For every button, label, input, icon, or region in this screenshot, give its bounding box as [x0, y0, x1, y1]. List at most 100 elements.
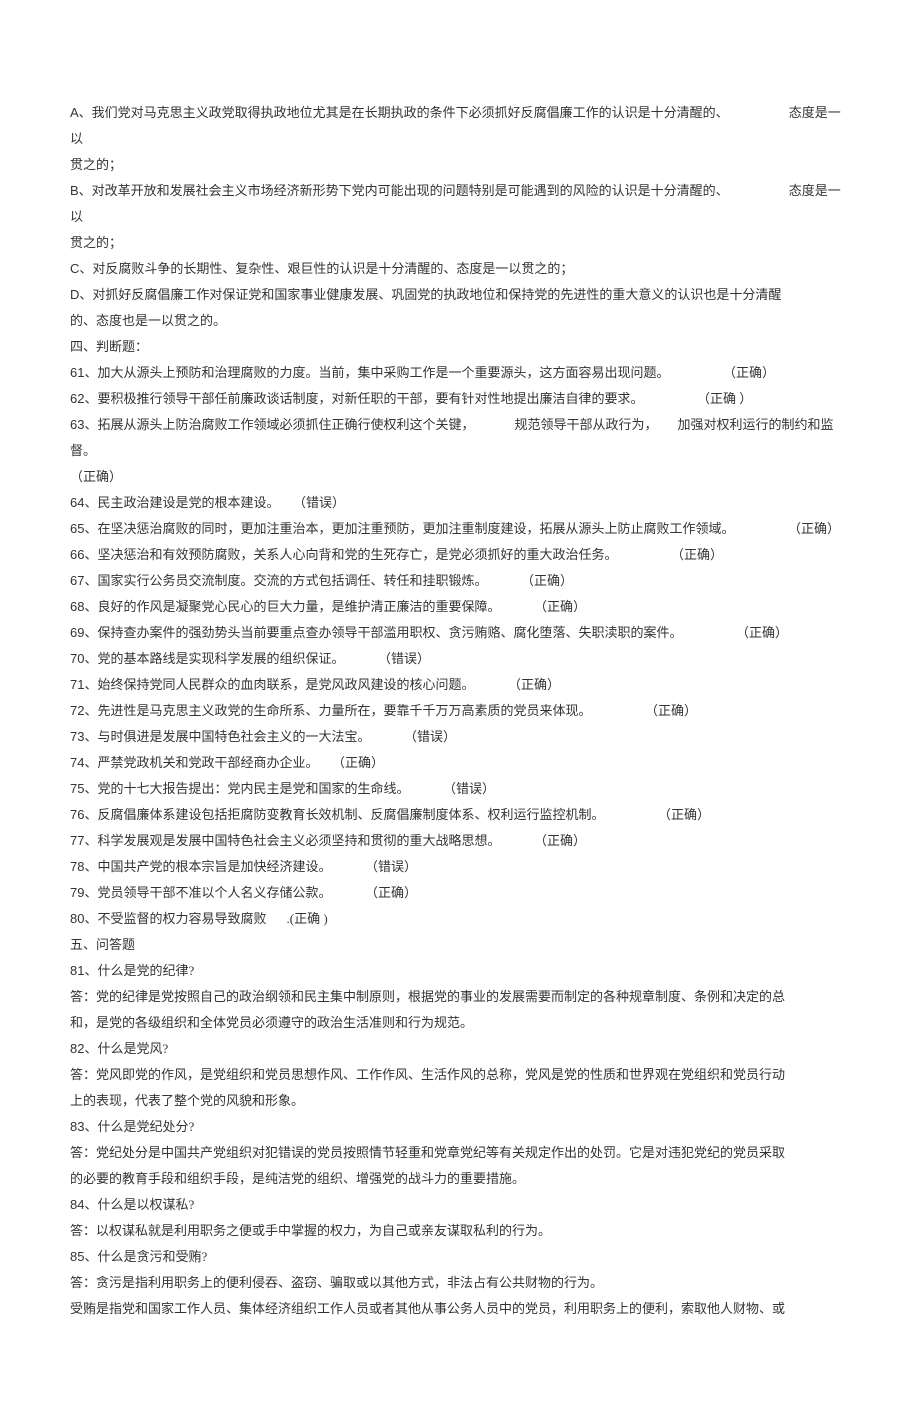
- text-segment: 76、反腐倡廉体系建设包括拒腐防变教育长效机制、反腐倡廉制度体系、权利运行监控机…: [70, 807, 604, 822]
- text-line: 62、要积极推行领导干部任前廉政谈话制度，对新任职的干部，要有针对性地提出廉洁自…: [70, 386, 850, 412]
- text-segment: B、对改革开放和发展社会主义市场经济新形势下党内可能出现的问题特别是可能遇到的风…: [70, 183, 729, 198]
- text-line: A、我们党对马克思主义政党取得执政地位尤其是在长期执政的条件下必须抓好反腐倡廉工…: [70, 100, 850, 152]
- text-line: 78、中国共产党的根本宗旨是加快经济建设。 （错误）: [70, 854, 850, 880]
- text-segment: 的、态度也是一以贯之的。: [70, 313, 226, 328]
- text-line: （正确）: [70, 464, 850, 490]
- text-line: 答：以权谋私就是利用职务之便或手中掌握的权力，为自己或亲友谋取私利的行为。: [70, 1218, 850, 1244]
- text-segment: 四、判断题：: [70, 339, 148, 354]
- text-segment: 答：党风即党的作风，是党组织和党员思想作风、工作作风、生活作风的总称，党风是党的…: [70, 1067, 785, 1082]
- text-segment: （正确 ）: [703, 391, 752, 406]
- text-segment: 73、与时俱进是发展中国特色社会主义的一大法宝。: [70, 729, 370, 744]
- text-segment: 贯之的；: [70, 157, 122, 172]
- text-line: 答：贪污是指利用职务上的便利侵吞、盗窃、骗取或以其他方式，非法占有公共财物的行为…: [70, 1270, 850, 1296]
- text-segment: 83、什么是党纪处分?: [70, 1119, 194, 1134]
- text-segment: 78、中国共产党的根本宗旨是加快经济建设。: [70, 859, 331, 874]
- text-line: 63、拓展从源头上防治腐败工作领域必须抓住正确行使权利这个关键， 规范领导干部从政…: [70, 412, 850, 464]
- text-segment: （正确）: [651, 703, 697, 718]
- text-line: 贯之的；: [70, 230, 850, 256]
- text-segment: 64、民主政治建设是党的根本建设。: [70, 495, 279, 510]
- text-segment: （正确）: [742, 625, 788, 640]
- document-page: A、我们党对马克思主义政党取得执政地位尤其是在长期执政的条件下必须抓好反腐倡廉工…: [0, 0, 920, 1402]
- text-segment: 61、加大从源头上预防和治理腐败的力度。当前，集中采购工作是一个重要源头，这方面…: [70, 365, 669, 380]
- text-line: 80、不受监督的权力容易导致腐败 .(正确 ): [70, 906, 850, 932]
- text-segment: 答：党纪处分是中国共产党组织对犯错误的党员按照情节轻重和党章党纪等有关规定作出的…: [70, 1145, 785, 1160]
- text-segment: （正确）: [70, 469, 122, 484]
- text-line: 75、党的十七大报告提出：党内民主是党和国家的生命线。 （错误）: [70, 776, 850, 802]
- text-line: 84、什么是以权谋私?: [70, 1192, 850, 1218]
- text-line: 82、什么是党风?: [70, 1036, 850, 1062]
- text-segment: （正确）: [371, 885, 417, 900]
- text-segment: 71、始终保持党同人民群众的血肉联系，是党风政风建设的核心问题。: [70, 677, 474, 692]
- text-line: 77、科学发展观是发展中国特色社会主义必须坚持和贯彻的重大战略思想。 （正确）: [70, 828, 850, 854]
- text-line: 答：党的纪律是党按照自己的政治纲领和民主集中制原则，根据党的事业的发展需要而制定…: [70, 984, 850, 1010]
- text-segment: 贯之的；: [70, 235, 122, 250]
- text-segment: C、对反腐败斗争的长期性、复杂性、艰巨性的认识是十分清醒的、态度是一以贯之的；: [70, 261, 573, 276]
- text-segment: （错误）: [410, 729, 456, 744]
- text-segment: 答：党的纪律是党按照自己的政治纲领和民主集中制原则，根据党的事业的发展需要而制定…: [70, 989, 785, 1004]
- text-segment: 五、问答题: [70, 937, 135, 952]
- text-line: 68、良好的作风是凝聚党心民心的巨大力量，是维护清正廉洁的重要保障。 （正确）: [70, 594, 850, 620]
- text-segment: 答：贪污是指利用职务上的便利侵吞、盗窃、骗取或以其他方式，非法占有公共财物的行为…: [70, 1275, 603, 1290]
- text-line: 64、民主政治建设是党的根本建设。 （错误）: [70, 490, 850, 516]
- text-line: 71、始终保持党同人民群众的血肉联系，是党风政风建设的核心问题。 （正确）: [70, 672, 850, 698]
- text-line: D、对抓好反腐倡廉工作对保证党和国家事业健康发展、巩固党的执政地位和保持党的先进…: [70, 282, 850, 308]
- text-segment: （正确）: [729, 365, 775, 380]
- text-segment: 82、什么是党风?: [70, 1041, 168, 1056]
- text-segment: （正确）: [527, 573, 573, 588]
- text-segment: .(正确 ): [286, 911, 327, 926]
- text-line: 83、什么是党纪处分?: [70, 1114, 850, 1140]
- text-segment: （正确）: [677, 547, 723, 562]
- text-segment: 答：以权谋私就是利用职务之便或手中掌握的权力，为自己或亲友谋取私利的行为。: [70, 1223, 551, 1238]
- text-segment: 74、严禁党政机关和党政干部经商办企业。: [70, 755, 318, 770]
- text-segment: （错误）: [384, 651, 430, 666]
- text-segment: 77、科学发展观是发展中国特色社会主义必须坚持和贯彻的重大战略思想。: [70, 833, 500, 848]
- text-segment: 69、保持查办案件的强劲势头当前要重点查办领导干部滥用职权、贪污贿赂、腐化堕落、…: [70, 625, 682, 640]
- text-line: 上的表现，代表了整个党的风貌和形象。: [70, 1088, 850, 1114]
- text-line: 贯之的；: [70, 152, 850, 178]
- text-line: 76、反腐倡廉体系建设包括拒腐防变教育长效机制、反腐倡廉制度体系、权利运行监控机…: [70, 802, 850, 828]
- text-segment: （错误）: [449, 781, 495, 796]
- text-segment: 84、什么是以权谋私?: [70, 1197, 194, 1212]
- text-segment: D、对抓好反腐倡廉工作对保证党和国家事业健康发展、巩固党的执政地位和保持党的先进…: [70, 287, 781, 302]
- text-line: 79、党员领导干部不准以个人名义存储公款。 （正确）: [70, 880, 850, 906]
- text-segment: A、我们党对马克思主义政党取得执政地位尤其是在长期执政的条件下必须抓好反腐倡廉工…: [70, 105, 729, 120]
- text-segment: 75、党的十七大报告提出：党内民主是党和国家的生命线。: [70, 781, 409, 796]
- text-segment: （正确）: [540, 833, 586, 848]
- text-line: 66、坚决惩治和有效预防腐败，关系人心向背和党的生死存亡，是党必须抓好的重大政治…: [70, 542, 850, 568]
- text-line: 的、态度也是一以贯之的。: [70, 308, 850, 334]
- text-line: 四、判断题：: [70, 334, 850, 360]
- text-segment: 和，是党的各级组织和全体党员必须遵守的政治生活准则和行为规范。: [70, 1015, 473, 1030]
- text-segment: 的必要的教育手段和组织手段，是纯洁党的组织、增强党的战斗力的重要措施。: [70, 1171, 525, 1186]
- text-line: 61、加大从源头上预防和治理腐败的力度。当前，集中采购工作是一个重要源头，这方面…: [70, 360, 850, 386]
- text-segment: （错误）: [371, 859, 417, 874]
- text-line: 67、国家实行公务员交流制度。交流的方式包括调任、转任和挂职锻炼。 （正确）: [70, 568, 850, 594]
- text-line: 85、什么是贪污和受贿?: [70, 1244, 850, 1270]
- text-line: C、对反腐败斗争的长期性、复杂性、艰巨性的认识是十分清醒的、态度是一以贯之的；: [70, 256, 850, 282]
- text-segment: （正确）: [514, 677, 560, 692]
- text-segment: 80、不受监督的权力容易导致腐败: [70, 911, 266, 926]
- text-line: 答：党纪处分是中国共产党组织对犯错误的党员按照情节轻重和党章党纪等有关规定作出的…: [70, 1140, 850, 1166]
- text-line: 答：党风即党的作风，是党组织和党员思想作风、工作作风、生活作风的总称，党风是党的…: [70, 1062, 850, 1088]
- text-line: 和，是党的各级组织和全体党员必须遵守的政治生活准则和行为规范。: [70, 1010, 850, 1036]
- text-segment: 72、先进性是马克思主义政党的生命所系、力量所在，要靠千千万万高素质的党员来体现…: [70, 703, 591, 718]
- text-segment: （错误）: [299, 495, 345, 510]
- text-segment: （正确）: [664, 807, 710, 822]
- text-segment: 79、党员领导干部不准以个人名义存储公款。: [70, 885, 331, 900]
- text-segment: 67、国家实行公务员交流制度。交流的方式包括调任、转任和挂职锻炼。: [70, 573, 487, 588]
- text-segment: 规范领导干部从政行为，: [514, 417, 657, 432]
- text-segment: （正确）: [794, 521, 840, 536]
- text-segment: 68、良好的作风是凝聚党心民心的巨大力量，是维护清正廉洁的重要保障。: [70, 599, 500, 614]
- text-segment: 受贿是指党和国家工作人员、集体经济组织工作人员或者其他从事公务人员中的党员，利用…: [70, 1301, 785, 1316]
- text-segment: 63、拓展从源头上防治腐败工作领域必须抓住正确行使权利这个关键，: [70, 417, 474, 432]
- text-line: 72、先进性是马克思主义政党的生命所系、力量所在，要靠千千万万高素质的党员来体现…: [70, 698, 850, 724]
- text-segment: 85、什么是贪污和受贿?: [70, 1249, 207, 1264]
- text-line: 受贿是指党和国家工作人员、集体经济组织工作人员或者其他从事公务人员中的党员，利用…: [70, 1296, 850, 1322]
- text-segment: （正确）: [338, 755, 384, 770]
- text-segment: 70、党的基本路线是实现科学发展的组织保证。: [70, 651, 344, 666]
- text-segment: 上的表现，代表了整个党的风貌和形象。: [70, 1093, 304, 1108]
- text-line: 的必要的教育手段和组织手段，是纯洁党的组织、增强党的战斗力的重要措施。: [70, 1166, 850, 1192]
- text-segment: 81、什么是党的纪律?: [70, 963, 194, 978]
- text-line: 五、问答题: [70, 932, 850, 958]
- text-segment: （正确）: [540, 599, 586, 614]
- text-segment: 65、在坚决惩治腐败的同时，更加注重治本，更加注重预防，更加注重制度建设，拓展从…: [70, 521, 734, 536]
